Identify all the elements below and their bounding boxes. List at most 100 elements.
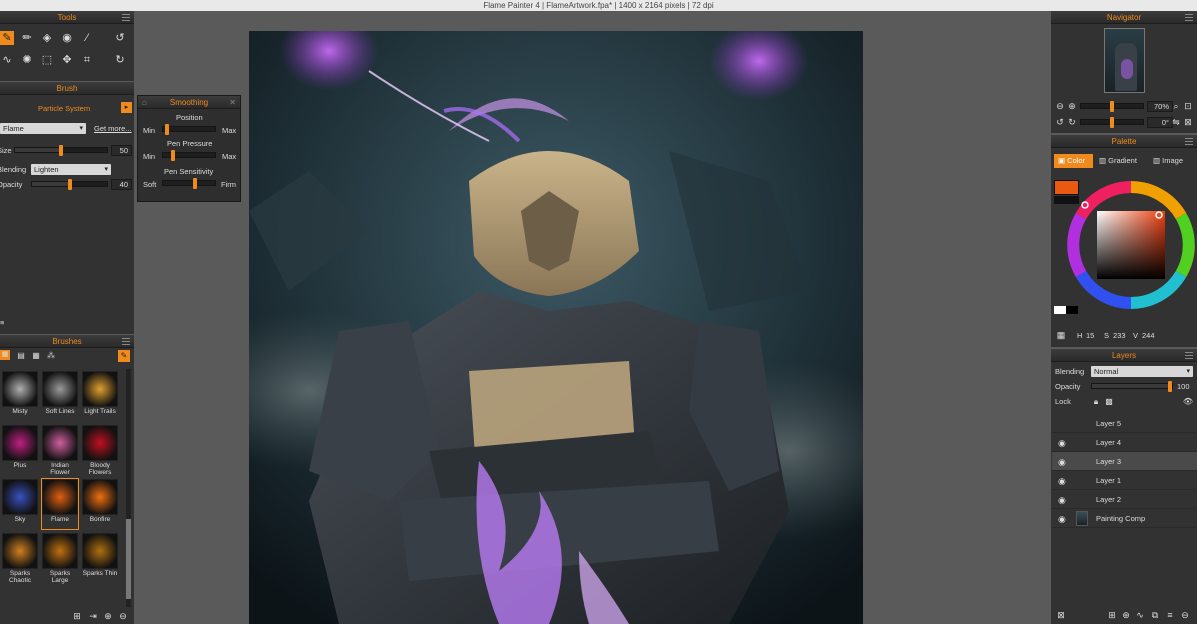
redo-icon[interactable]: ↻: [113, 53, 127, 67]
layer-opacity-knob[interactable]: [1168, 381, 1172, 392]
brush-tool-icon[interactable]: ✎: [0, 31, 14, 45]
remove-brush-icon[interactable]: ⊖: [116, 609, 130, 623]
pen-sensitivity-slider[interactable]: [162, 178, 216, 189]
layer-row[interactable]: ◉ Layer 1: [1052, 471, 1197, 490]
add-brush-icon[interactable]: ⊕: [101, 609, 115, 623]
layer-visibility-icon[interactable]: ◉: [1058, 514, 1066, 525]
settings-icon[interactable]: ≡: [0, 318, 4, 327]
s-value[interactable]: 233: [1113, 331, 1126, 340]
delete-layer-icon[interactable]: ⊠: [1054, 608, 1068, 622]
brush-blending-select[interactable]: Lighten: [31, 164, 111, 175]
eyedropper-tool-icon[interactable]: ⁄: [80, 31, 94, 45]
brush-category-icon[interactable]: ▦: [0, 350, 10, 360]
brush-item[interactable]: Sky: [2, 479, 38, 529]
rotate-canvas-icon[interactable]: ↺: [113, 31, 127, 45]
eraser-tool-icon[interactable]: ◈: [40, 31, 54, 45]
color-wheel[interactable]: [1065, 175, 1195, 315]
brush-preset-select[interactable]: Flame: [0, 123, 86, 134]
brush-item[interactable]: Sparks Large: [42, 533, 78, 584]
brush-item[interactable]: Indian Flower: [42, 425, 78, 476]
size-slider[interactable]: [14, 145, 108, 156]
visibility-toggle-icon[interactable]: 👁︎: [1181, 395, 1195, 409]
brush-item[interactable]: Soft Lines: [42, 371, 78, 421]
size-value[interactable]: 50: [111, 145, 132, 156]
zoom-in-icon[interactable]: ⊕: [1065, 99, 1079, 113]
reset-view-icon[interactable]: ⊠: [1181, 115, 1195, 129]
tab-gradient[interactable]: ▥ Gradient: [1099, 154, 1145, 168]
position-slider[interactable]: [162, 124, 216, 135]
lock-icon[interactable]: 🔒︎: [1089, 395, 1103, 409]
layer-row[interactable]: ◉ Painting Comp: [1052, 509, 1197, 528]
zoom-knob[interactable]: [1110, 101, 1114, 112]
brush-item[interactable]: Sparks Chaotic: [2, 533, 38, 584]
layer-visibility-icon[interactable]: ◉: [1058, 457, 1066, 468]
rotate-right-icon[interactable]: ↻: [1065, 115, 1079, 129]
grid-view-icon[interactable]: ▦: [29, 349, 43, 363]
remove-layer-icon[interactable]: ⊖: [1178, 608, 1192, 622]
filter-icon[interactable]: ⁂: [44, 349, 58, 363]
selection-tool-icon[interactable]: ⬚: [40, 53, 54, 67]
brush-item[interactable]: Light Trails: [82, 371, 118, 421]
panel-menu-icon[interactable]: [122, 14, 130, 21]
export-icon[interactable]: ⇥: [86, 609, 100, 623]
layer-row[interactable]: ◉ Layer 4: [1052, 433, 1197, 452]
brushes-scrollbar[interactable]: [126, 369, 131, 607]
transform-tool-icon[interactable]: ✥: [60, 53, 74, 67]
zoom-slider[interactable]: [1080, 101, 1144, 112]
size-knob[interactable]: [59, 145, 63, 156]
crop-tool-icon[interactable]: ⌗: [80, 53, 94, 67]
h-value[interactable]: 15: [1086, 331, 1094, 340]
sparkle-tool-icon[interactable]: ✺: [20, 53, 34, 67]
flatten-icon[interactable]: ≡: [1163, 608, 1177, 622]
layer-visibility-icon[interactable]: ◉: [1058, 438, 1066, 449]
artwork-canvas[interactable]: [249, 31, 863, 624]
brush-item[interactable]: Misty: [2, 371, 38, 421]
pen-sensitivity-knob[interactable]: [193, 178, 197, 189]
brush-item[interactable]: Plus: [2, 425, 38, 475]
layer-row[interactable]: Layer 5: [1052, 414, 1197, 433]
panel-menu-icon[interactable]: [1185, 14, 1193, 21]
brush-item[interactable]: Bonfire: [82, 479, 118, 529]
pen-pressure-knob[interactable]: [171, 150, 175, 161]
opacity-slider[interactable]: [31, 179, 108, 190]
brush-item[interactable]: Flame: [41, 478, 79, 530]
opacity-knob[interactable]: [68, 179, 72, 190]
get-more-link[interactable]: Get more...: [94, 124, 132, 133]
layer-visibility-icon[interactable]: ◉: [1058, 495, 1066, 506]
layer-opacity-slider[interactable]: [1091, 381, 1173, 392]
layer-row[interactable]: ◉ Layer 2: [1052, 490, 1197, 509]
new-layer-icon[interactable]: ⊕: [1119, 608, 1133, 622]
import-icon[interactable]: ⊞: [70, 609, 84, 623]
position-knob[interactable]: [165, 124, 169, 135]
color-mode-icon[interactable]: ▦: [1054, 328, 1068, 342]
list-view-icon[interactable]: ▤: [14, 349, 28, 363]
zoom-actual-icon[interactable]: ⊡: [1181, 99, 1195, 113]
rotation-slider[interactable]: [1080, 117, 1144, 128]
duplicate-layer-icon[interactable]: ⧉: [1148, 608, 1162, 622]
layer-row[interactable]: ◉ Layer 3: [1052, 452, 1197, 471]
layer-opacity-value[interactable]: 100: [1177, 382, 1190, 391]
curve-tool-icon[interactable]: ∿: [0, 53, 14, 67]
close-icon[interactable]: ✕: [229, 96, 236, 109]
pen-pressure-slider[interactable]: [162, 150, 216, 161]
navigator-preview[interactable]: [1104, 28, 1145, 93]
panel-menu-icon[interactable]: [122, 338, 130, 345]
panel-menu-icon[interactable]: [1185, 138, 1193, 145]
layer-blending-select[interactable]: Normal: [1091, 366, 1193, 377]
tab-image[interactable]: ▥ Image: [1153, 154, 1195, 168]
pencil-tool-icon[interactable]: ✏: [20, 31, 34, 45]
v-value[interactable]: 244: [1142, 331, 1155, 340]
scrollbar-thumb[interactable]: [126, 519, 131, 599]
layer-effects-icon[interactable]: ∿: [1133, 608, 1147, 622]
brush-item[interactable]: Sparks Thin: [82, 533, 118, 583]
merge-layer-icon[interactable]: ⊞: [1105, 608, 1119, 622]
brush-item[interactable]: Bloody Flowers: [82, 425, 118, 476]
brush-type-menu-button[interactable]: ▸: [121, 102, 132, 113]
layer-visibility-icon[interactable]: ◉: [1058, 476, 1066, 487]
lock-transparency-icon[interactable]: ▩: [1102, 395, 1116, 409]
tab-color[interactable]: ▣ Color: [1054, 154, 1093, 168]
panel-menu-icon[interactable]: [1185, 352, 1193, 359]
opacity-value[interactable]: 40: [111, 179, 132, 190]
pin-icon[interactable]: ⌂: [142, 96, 147, 109]
fill-tool-icon[interactable]: ◉: [60, 31, 74, 45]
